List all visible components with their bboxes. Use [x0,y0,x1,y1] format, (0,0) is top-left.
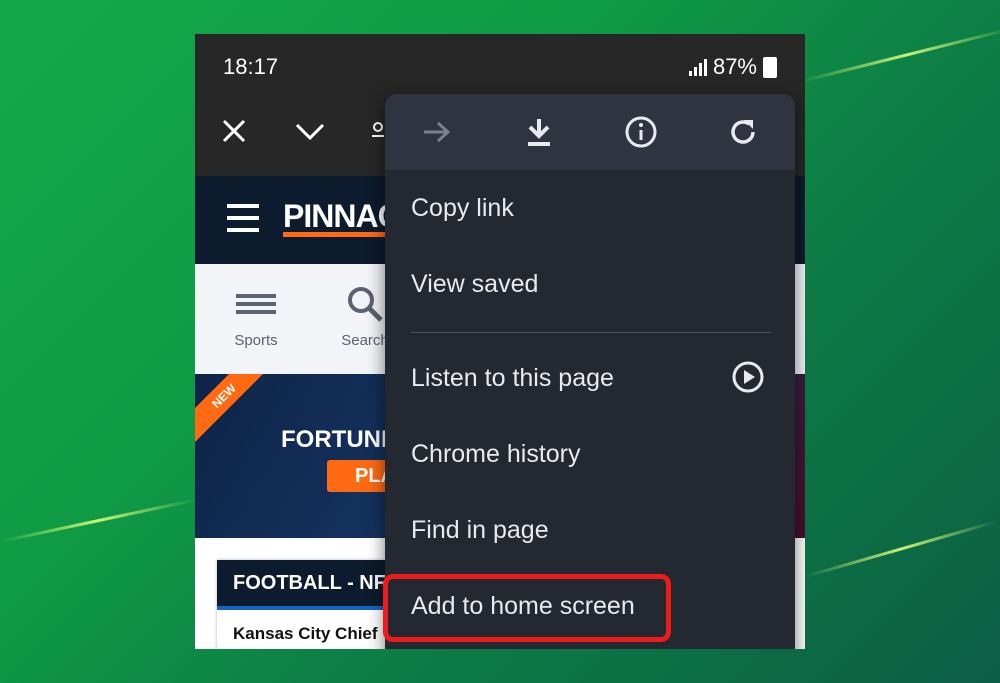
forward-icon[interactable] [419,114,455,150]
menu-item-listen-to-page[interactable]: Listen to this page [411,364,614,393]
status-time: 18:17 [223,54,279,79]
menu-item-chrome-history[interactable]: Chrome history [411,440,581,469]
close-icon[interactable] [221,118,247,144]
background-streak [799,26,1000,83]
phone-screen: 18:17 87% PINNAC Sports Search NEW FORTU… [195,34,805,649]
menu-item-copy-link[interactable]: Copy link [411,194,514,223]
nav-label: Sports [234,332,278,349]
logo-underline [283,232,393,237]
highlight-box [383,574,671,642]
menu-item-view-saved[interactable]: View saved [411,270,538,299]
search-icon [348,287,383,322]
status-indicators: 87% [688,54,777,80]
signal-icon [688,58,707,76]
background-streak [804,519,998,578]
menu-icon-bar [385,94,795,170]
status-bar: 18:17 87% [195,34,805,100]
new-ribbon: NEW [195,374,272,444]
chevron-down-icon[interactable] [295,122,325,142]
battery-percent: 87% [712,54,757,79]
menu-icon[interactable] [227,204,259,240]
menu-item-find-in-page[interactable]: Find in page [411,516,549,545]
download-icon[interactable] [521,114,557,150]
battery-icon [763,56,777,78]
site-logo[interactable]: PINNAC [283,198,401,235]
nav-item-sports[interactable]: Sports [225,284,287,349]
list-icon [236,290,276,318]
page-info-icon[interactable] [371,122,385,142]
overflow-menu: Copy link View saved Listen to this page… [385,94,795,649]
banner-title: FORTUNI [281,426,388,453]
menu-divider [411,332,771,333]
background-streak [0,498,196,543]
refresh-icon[interactable] [725,114,761,150]
info-icon[interactable] [623,114,659,150]
play-icon[interactable] [731,360,765,399]
